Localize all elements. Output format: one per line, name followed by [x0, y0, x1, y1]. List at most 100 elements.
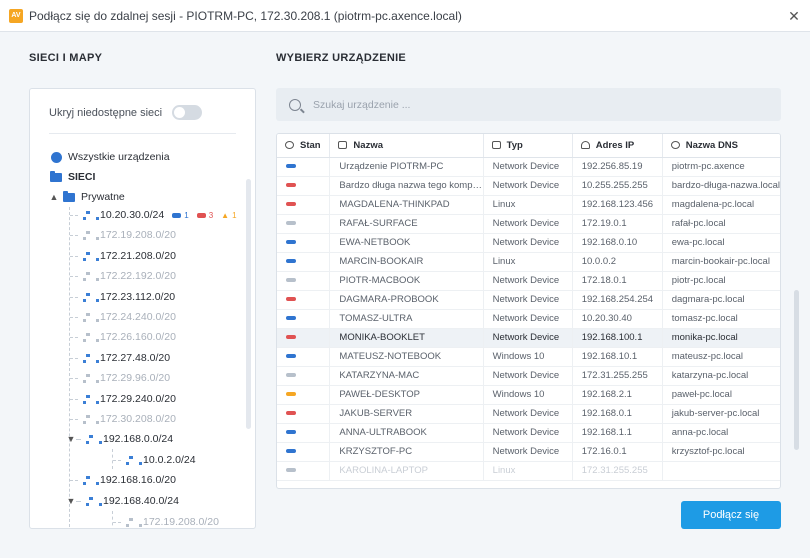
tree-network-item-expanded[interactable]: ▼ 192.168.40.0/24: [66, 491, 179, 511]
chevron-down-icon[interactable]: ▼: [66, 434, 76, 444]
status-indicator: [286, 240, 296, 245]
tree-label: 172.19.208.0/20: [143, 516, 219, 528]
column-header-name[interactable]: Nazwa: [329, 134, 484, 158]
type-cell: Linux: [483, 195, 573, 215]
app-logo-icon: AV: [9, 8, 23, 23]
tree-network-item[interactable]: 172.26.160.0/20: [70, 327, 176, 347]
column-header-status[interactable]: Stan: [277, 134, 331, 158]
tree-network-item[interactable]: 192.168.16.0/20: [70, 470, 176, 490]
type-cell: Linux: [483, 461, 573, 481]
tree-label: 172.29.96.0/20: [100, 372, 171, 384]
table-row[interactable]: MAGDALENA-THINKPAD Linux 192.168.123.456 ma…: [277, 195, 780, 215]
status-indicator: [286, 259, 296, 264]
status-cell: [277, 442, 331, 462]
table-row[interactable]: MARCIN-BOOKAIR Linux 10.0.0.2 marcin-bookai…: [277, 252, 780, 272]
tree-item-private[interactable]: ▲ Prywatne: [49, 187, 125, 207]
name-cell: PIOTR-MACBOOK: [329, 271, 484, 291]
table-row[interactable]: DAGMARA-PROBOOK Network Device 192.168.254…: [277, 290, 780, 310]
table-row[interactable]: ANNA-ULTRABOOK Network Device 192.168.1.1 a…: [277, 423, 780, 443]
type-cell: Network Device: [483, 271, 573, 291]
table-row[interactable]: RAFAŁ-SURFACE Network Device 172.19.0.1 raf…: [277, 214, 780, 234]
table-row[interactable]: PAWEŁ-DESKTOP Windows 10 192.168.2.1 paweł-…: [277, 385, 780, 405]
tree-label: Prywatne: [81, 191, 125, 203]
table-row[interactable]: Bardzo długa nazwa tego komputera Network…: [277, 176, 780, 196]
network-icon: [81, 209, 99, 221]
table-row[interactable]: JAKUB-SERVER Network Device 192.168.0.1 jak…: [277, 404, 780, 424]
table-row[interactable]: KATARZYNA-MAC Network Device 172.31.255.25…: [277, 366, 780, 386]
network-icon: [124, 454, 142, 466]
status-badge-red: 3: [196, 211, 213, 220]
tree-scrollbar[interactable]: [246, 179, 251, 429]
tree-network-item[interactable]: 172.22.192.0/20: [70, 266, 176, 286]
table-row[interactable]: MONIKA-BOOKLET Network Device 192.168.100.…: [277, 328, 780, 348]
globe-icon: [49, 151, 63, 163]
type-cell: Network Device: [483, 366, 573, 386]
name-cell: PAWEŁ-DESKTOP: [329, 385, 484, 405]
status-cell: [277, 290, 331, 310]
tree-network-item[interactable]: 172.27.48.0/20: [70, 348, 170, 368]
table-row[interactable]: KRZYSZTOF-PC Network Device 172.16.0.1 krzy…: [277, 442, 780, 462]
connect-button[interactable]: Podłącz się: [681, 501, 781, 529]
tree-network-item[interactable]: 172.23.112.0/20: [70, 287, 175, 307]
hide-unavailable-toggle[interactable]: [172, 105, 203, 120]
network-icon: [81, 331, 99, 343]
close-button[interactable]: ✕: [784, 6, 804, 26]
tree-network-item[interactable]: 172.29.96.0/20: [70, 368, 170, 388]
tree-item-networks[interactable]: SIECI: [49, 167, 95, 187]
table-row[interactable]: TOMASZ-ULTRA Network Device 10.20.30.40 tom…: [277, 309, 780, 329]
tree-network-item[interactable]: 172.30.208.0/20: [70, 409, 176, 429]
network-tree-panel: Ukryj niedostępne sieci Wszystkie urządz…: [29, 88, 256, 529]
tree-item-all-devices[interactable]: Wszystkie urządzenia: [49, 147, 170, 167]
ip-cell: 192.256.85.19: [572, 157, 663, 177]
window-title: Podłącz się do zdalnej sesji - PIOTRM-PC…: [29, 8, 462, 23]
window-scrollbar[interactable]: [794, 290, 799, 450]
tree-label: 192.168.16.0/20: [100, 474, 176, 486]
tree-network-item[interactable]: 172.19.208.0/20: [113, 512, 219, 528]
status-cell: [277, 385, 331, 405]
tree-network-item[interactable]: 172.24.240.0/20: [70, 307, 176, 327]
column-header-dns[interactable]: Nazwa DNS: [662, 134, 780, 158]
network-icon: [81, 229, 99, 241]
column-header-type[interactable]: Typ: [483, 134, 573, 158]
status-indicator: [286, 373, 296, 378]
device-section-title: WYBIERZ URZĄDZENIE: [276, 52, 407, 64]
dns-cell: anna-pc.local: [662, 423, 780, 443]
table-row[interactable]: KAROLINA-LAPTOP Linux 172.31.255.255: [277, 461, 780, 481]
table-header-row: Stan Nazwa Typ Adres IP Nazwa DNS: [277, 134, 780, 158]
tree-network-item[interactable]: 172.21.208.0/20: [70, 246, 176, 266]
divider: [49, 133, 236, 134]
name-cell: EWA-NETBOOK: [329, 233, 484, 253]
dns-cell: bardzo-długa-nazwa.local: [662, 176, 780, 196]
chevron-down-icon[interactable]: ▼: [66, 496, 76, 506]
name-cell: ANNA-ULTRABOOK: [329, 423, 484, 443]
network-icon: [81, 393, 99, 405]
tree-network-item[interactable]: 172.29.240.0/20: [70, 389, 176, 409]
search-input[interactable]: [313, 98, 753, 111]
type-cell: Linux: [483, 252, 573, 272]
table-row[interactable]: EWA-NETBOOK Network Device 192.168.0.10 ewa…: [277, 233, 780, 253]
table-row[interactable]: MATEUSZ-NOTEBOOK Windows 10 192.168.10.1 ma…: [277, 347, 780, 367]
tree-network-item[interactable]: 172.19.208.0/20: [70, 225, 176, 245]
dns-cell: rafał-pc.local: [662, 214, 780, 234]
tree-network-item[interactable]: 10.0.2.0/24: [113, 450, 196, 470]
table-row[interactable]: Urządzenie PIOTRM-PC Network Device 192.25…: [277, 157, 780, 177]
tree-network-item[interactable]: 10.20.30.0/24 1 3 ▲ 1: [70, 205, 237, 225]
tree-label: 172.23.112.0/20: [100, 291, 176, 303]
name-cell: Bardzo długa nazwa tego komputera: [329, 176, 484, 196]
ip-cell: 172.19.0.1: [572, 214, 663, 234]
dns-cell: [662, 461, 780, 481]
status-indicator: [286, 316, 296, 321]
table-row[interactable]: PIOTR-MACBOOK Network Device 172.18.0.1 pio…: [277, 271, 780, 291]
tree-network-item-expanded[interactable]: ▼ 192.168.0.0/24: [66, 429, 174, 449]
dns-cell: ewa-pc.local: [662, 233, 780, 253]
column-header-ip[interactable]: Adres IP: [572, 134, 663, 158]
tree-label: 172.24.240.0/20: [100, 311, 176, 323]
status-indicator: [286, 449, 296, 454]
dns-cell: piotr-pc.local: [662, 271, 780, 291]
type-cell: Network Device: [483, 214, 573, 234]
chevron-up-icon[interactable]: ▲: [49, 192, 59, 202]
status-cell: [277, 176, 331, 196]
tree-label: Wszystkie urządzenia: [68, 151, 170, 163]
status-cell: [277, 271, 331, 291]
ip-cell: 10.20.30.40: [572, 309, 663, 329]
